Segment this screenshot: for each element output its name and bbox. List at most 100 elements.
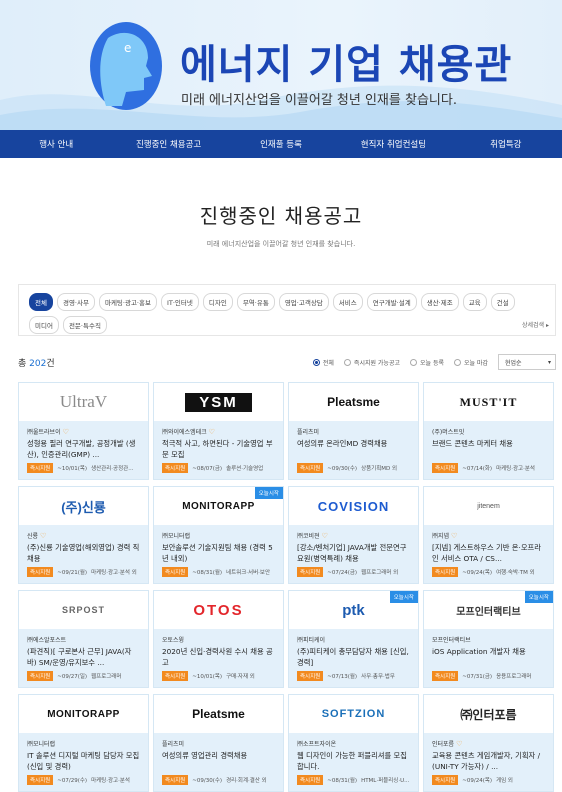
favorite-heart-icon[interactable]: ♡: [322, 532, 328, 540]
job-title[interactable]: [지넴] 게스트하우스 기반 온·오프라인 서비스 OTA / CS...: [432, 543, 545, 565]
job-title[interactable]: 여성의류 온라인MD 경력채용: [297, 439, 410, 461]
apply-now-tag: 즉시지원: [297, 567, 324, 577]
job-card[interactable]: Pleatsme 플리츠미 여성의류 영업관리 경력채용 즉시지원 ~09/30(수) 경…: [153, 694, 284, 792]
logo-text: OTOS: [193, 601, 244, 619]
favorite-heart-icon[interactable]: ♡: [451, 532, 457, 540]
job-card[interactable]: MONITORAPP 오늘시작 ㈜모니터랩 보안솔루션 기술지원팀 채용 (경력 5년…: [153, 486, 284, 584]
job-title[interactable]: iOS Application 개발자 채용: [432, 647, 545, 669]
category-chip[interactable]: 서비스: [332, 293, 363, 311]
job-card[interactable]: MUST'IT (주)머스트잇 브랜드 콘텐츠 마케터 채용 즉시지원 ~07/14(화…: [423, 382, 554, 480]
apply-now-tag: 즉시지원: [162, 567, 189, 577]
job-title[interactable]: 성형용 필러 연구개발, 공정개발 (생산), 인증관리(GMP) ...: [27, 439, 140, 461]
job-card[interactable]: Pleatsme 플리츠미 여성의류 온라인MD 경력채용 즉시지원 ~09/30(수)…: [288, 382, 419, 480]
job-card[interactable]: (주)신룡 신룡 ♡ (주)신룡 기술영업(해외영업) 경력 직 채용 즉시지원 ~09/…: [18, 486, 149, 584]
job-meta: 즉시지원 ~08/07(금) 솔루션·기술영업: [162, 463, 280, 473]
radio-label: 전체: [322, 359, 334, 367]
nav-lecture[interactable]: 취업특강: [450, 130, 562, 158]
category-filter: 전체 경영·사무 마케팅·광고·홍보 IT·인터넷 디자인 무역·유통 영업·고객상담 서비스…: [18, 284, 556, 336]
job-meta: 즉시지원 ~09/24(목) 게임 외: [432, 775, 550, 785]
company-logo: jitenem: [424, 487, 553, 525]
job-card[interactable]: ㈜인터포름 인터포름 ♡ 교육용 콘텐츠 게임개발자, 기획자 / (UNI-TY 가…: [423, 694, 554, 792]
deadline-date: ~07/31(금): [462, 674, 493, 680]
job-card-grid: UltraV ㈜울트라브이 ♡ 성형용 필러 연구개발, 공정개발 (생산), 인증관…: [18, 382, 556, 792]
job-card[interactable]: MONITORAPP ㈜모니터랩 IT 솔루션 디지털 마케팅 담당자 모집 (신입…: [18, 694, 149, 792]
filter-radio[interactable]: 전체: [312, 358, 334, 367]
job-title[interactable]: (파견직)[ 구로본사 근무] JAVA(자바) SM/운영/유지보수 ...: [27, 647, 140, 669]
category-chip[interactable]: IT·인터넷: [160, 293, 199, 311]
apply-now-tag: 즉시지원: [432, 463, 459, 473]
company-logo: ㈜인터포름: [424, 695, 553, 733]
category-chip[interactable]: 무역·유통: [236, 293, 275, 311]
category-chip[interactable]: 연구개발·설계: [366, 293, 417, 311]
head-profile-icon: e: [90, 22, 162, 110]
job-card[interactable]: 모프인터랙티브 오늘시작 모프인터랙티브 iOS Application 개발자 채용…: [423, 590, 554, 688]
detail-search-link[interactable]: 상세검색: [522, 320, 549, 329]
nav-talent-pool[interactable]: 인재풀 등록: [225, 130, 337, 158]
category-chip[interactable]: 영업·고객상담: [278, 293, 329, 311]
job-title[interactable]: 2020년 신입·경력사원 수시 채용 공고: [162, 647, 275, 669]
job-card[interactable]: SOFTZION ㈜소프트자이온 웹 디자인이 가능한 퍼블리셔를 모집합니다. 즉시…: [288, 694, 419, 792]
favorite-heart-icon[interactable]: ♡: [40, 532, 46, 540]
job-meta: 즉시지원 ~10/01(목) 생산관리·공정관...: [27, 463, 145, 473]
company-logo: YSM: [154, 383, 283, 421]
company-name-text: ㈜와이에스엠테크: [162, 429, 207, 436]
category-chip[interactable]: 생산·제조: [420, 293, 459, 311]
filter-radio[interactable]: 즉시지원 가능공고: [343, 358, 400, 367]
job-title[interactable]: 적극적 사고, 하면된다 - 기술영업 부문 모집: [162, 439, 275, 461]
category-chip[interactable]: 미디어: [29, 316, 59, 334]
deadline-date: ~08/07(금): [192, 466, 223, 472]
company-name-text: ㈜울트라브이: [27, 429, 61, 436]
company-logo: MUST'IT: [424, 383, 553, 421]
category-chip[interactable]: 마케팅·광고·홍보: [98, 293, 157, 311]
company-name-text: ㈜에스알포스트: [27, 637, 67, 644]
deadline-date: ~09/30(수): [327, 466, 358, 472]
category-chips: 전체 경영·사무 마케팅·광고·홍보 IT·인터넷 디자인 무역·유통 영업·고객상담 서비스…: [29, 293, 519, 334]
category-chip[interactable]: 경영·사무: [56, 293, 95, 311]
filter-radio[interactable]: 오늘 등록: [410, 358, 444, 367]
hero-banner: e 에너지 기업 채용관 미래 에너지산업을 이끌어갈 청년 인재를 찾습니다.: [0, 0, 562, 130]
favorite-heart-icon[interactable]: ♡: [456, 740, 462, 748]
job-meta: 즉시지원 ~07/24(금) 웹프로그래머 외: [297, 567, 415, 577]
total-number: 202: [29, 358, 47, 369]
job-card[interactable]: YSM ㈜와이에스엠테크 ♡ 적극적 사고, 하면된다 - 기술영업 부문 모집즉시지…: [153, 382, 284, 480]
company-logo: Pleatsme: [289, 383, 418, 421]
job-card[interactable]: COVISION ㈜코비젼 ♡ [강소/벤처기업] JAVA개발 전문연구요원(병역특…: [288, 486, 419, 584]
deadline-date: ~07/29(수): [57, 778, 88, 784]
job-category: 상품기획MD 외: [361, 466, 398, 472]
job-meta: 즉시지원 ~09/27(일) 웹프로그래머: [27, 671, 145, 681]
job-card[interactable]: ptk 오늘시작 ㈜피티케이 (주)피티케이 총무담당자 채용 [신입, 경력] 즉시지…: [288, 590, 419, 688]
page-header: 진행중인 채용공고 미래 에너지산업을 이끌어갈 청년 인재를 찾습니다.: [0, 158, 562, 284]
job-title[interactable]: (주)신룡 기술영업(해외영업) 경력 직 채용: [27, 543, 140, 565]
category-chip[interactable]: 디자인: [202, 293, 233, 311]
nav-job-postings[interactable]: 진행중인 채용공고: [112, 130, 224, 158]
logo-text: (주)신룡: [61, 499, 106, 515]
apply-now-tag: 즉시지원: [162, 671, 189, 681]
job-title[interactable]: [강소/벤처기업] JAVA개발 전문연구요원(병역특례) 채용: [297, 543, 410, 565]
svg-text:e: e: [124, 41, 131, 55]
category-chip[interactable]: 전체: [29, 293, 53, 311]
category-chip[interactable]: 전문·특수직: [62, 316, 107, 334]
company-name-text: ㈜코비젼: [297, 533, 320, 540]
job-card[interactable]: UltraV ㈜울트라브이 ♡ 성형용 필러 연구개발, 공정개발 (생산), 인증관…: [18, 382, 149, 480]
job-title[interactable]: 보안솔루션 기술지원팀 채용 (경력 5년 내외): [162, 543, 275, 565]
filter-radio[interactable]: 오늘 마감: [454, 358, 488, 367]
job-card[interactable]: OTOS 오토스윙 2020년 신입·경력사원 수시 채용 공고 즉시지원 ~10/01…: [153, 590, 284, 688]
category-chip[interactable]: 교육: [462, 293, 487, 311]
job-card[interactable]: SRPOST ㈜에스알포스트 (파견직)[ 구로본사 근무] JAVA(자바) SM…: [18, 590, 149, 688]
nav-event-info[interactable]: 행사 안내: [0, 130, 112, 158]
deadline-date: ~07/13(월): [327, 674, 358, 680]
company-logo: UltraV: [19, 383, 148, 421]
job-title[interactable]: (주)피티케이 총무담당자 채용 [신입, 경력]: [297, 647, 410, 669]
job-card[interactable]: jitenem ㈜지넴 ♡ [지넴] 게스트하우스 기반 온·오프라인 서비스 OTA…: [423, 486, 554, 584]
company-logo: 모프인터랙티브 오늘시작: [424, 591, 553, 629]
logo-text: MUST'IT: [459, 394, 518, 409]
job-category: 마케팅·광고·분석: [91, 778, 130, 784]
logo-text: Pleatsme: [192, 707, 245, 721]
apply-now-tag: 즉시지원: [162, 463, 189, 473]
job-title[interactable]: 브랜드 콘텐츠 마케터 채용: [432, 439, 545, 461]
favorite-heart-icon[interactable]: ♡: [209, 428, 215, 436]
sort-select[interactable]: 현업순: [498, 354, 556, 370]
nav-consulting[interactable]: 현직자 취업컨설팅: [337, 130, 449, 158]
favorite-heart-icon[interactable]: ♡: [63, 428, 69, 436]
category-chip[interactable]: 건설: [490, 293, 515, 311]
